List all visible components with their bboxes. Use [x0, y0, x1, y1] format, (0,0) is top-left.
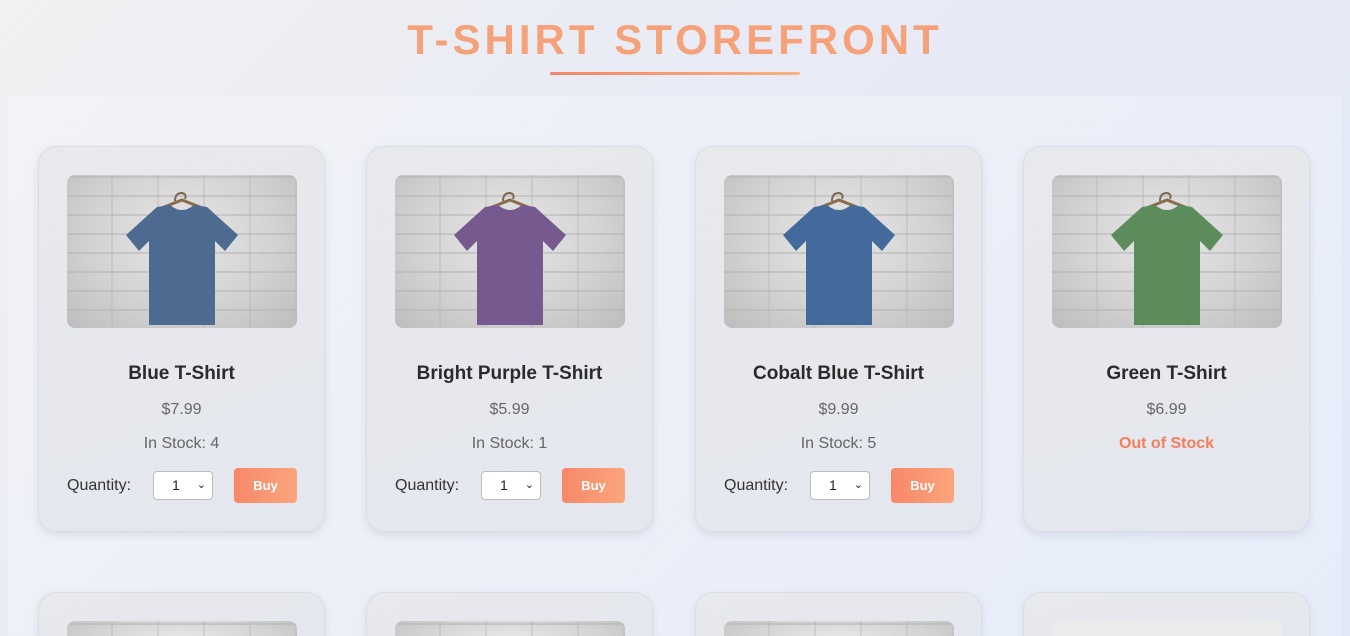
- product-card: [38, 592, 325, 636]
- product-price: $7.99: [161, 401, 202, 418]
- product-price: $5.99: [489, 401, 530, 418]
- tshirt-shape: [1111, 205, 1223, 325]
- buy-button[interactable]: Buy: [234, 468, 297, 503]
- product-image: [395, 621, 625, 636]
- quantity-label: Quantity:: [67, 477, 132, 494]
- product-card: Blue T-Shirt $7.99 In Stock: 4 Quantity:…: [38, 146, 325, 532]
- buy-button[interactable]: Buy: [891, 468, 954, 503]
- stock-status: Out of Stock: [1118, 435, 1215, 452]
- title-underline: [550, 72, 800, 75]
- chevron-down-icon: ⌄: [853, 479, 863, 491]
- product-card: Bright Purple T-Shirt $5.99 In Stock: 1 …: [366, 146, 653, 532]
- product-card: [695, 592, 982, 636]
- stock-status: In Stock: 4: [143, 435, 220, 452]
- product-name: Green T-Shirt: [1106, 363, 1227, 384]
- page-header: T-SHIRT STOREFRONT: [0, 0, 1350, 96]
- quantity-label: Quantity:: [724, 477, 789, 494]
- product-price: $9.99: [818, 401, 859, 418]
- page-title: T-SHIRT STOREFRONT: [407, 16, 943, 63]
- product-image: [724, 621, 954, 636]
- product-image: [67, 175, 297, 328]
- buy-button[interactable]: Buy: [562, 468, 625, 503]
- chevron-down-icon: ⌄: [196, 479, 206, 491]
- product-name: Blue T-Shirt: [128, 363, 235, 384]
- product-card: Cobalt Blue T-Shirt $9.99 In Stock: 5 Qu…: [695, 146, 982, 532]
- product-image: [1052, 175, 1282, 328]
- product-image: [395, 175, 625, 328]
- product-image: [67, 621, 297, 636]
- tshirt-shape: [454, 205, 566, 325]
- stock-status: In Stock: 5: [800, 435, 877, 452]
- product-card: [366, 592, 653, 636]
- quantity-select[interactable]: 1 ⌄: [810, 471, 870, 500]
- quantity-value: 1: [500, 477, 508, 493]
- product-card: [1023, 592, 1310, 636]
- product-image: [1052, 621, 1282, 636]
- product-name: Bright Purple T-Shirt: [416, 363, 603, 384]
- product-price: $6.99: [1146, 401, 1187, 418]
- tshirt-shape: [126, 205, 238, 325]
- quantity-label: Quantity:: [395, 477, 460, 494]
- product-card: Green T-Shirt $6.99 Out of Stock: [1023, 146, 1310, 532]
- product-image: [724, 175, 954, 328]
- quantity-select[interactable]: 1 ⌄: [153, 471, 213, 500]
- product-grid: Blue T-Shirt $7.99 In Stock: 4 Quantity:…: [8, 96, 1341, 636]
- stock-status: In Stock: 1: [471, 435, 548, 452]
- tshirt-shape: [783, 205, 895, 325]
- quantity-value: 1: [172, 477, 180, 493]
- quantity-select[interactable]: 1 ⌄: [481, 471, 541, 500]
- chevron-down-icon: ⌄: [524, 479, 534, 491]
- product-name: Cobalt Blue T-Shirt: [753, 363, 924, 384]
- quantity-value: 1: [829, 477, 837, 493]
